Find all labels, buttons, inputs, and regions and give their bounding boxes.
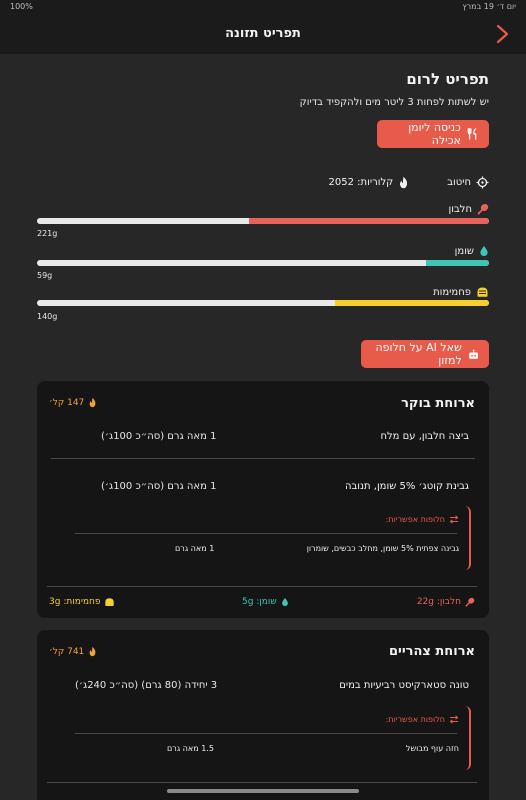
goal-stat: חיטוב	[447, 176, 489, 189]
goal-stats-row: חיטוב קלוריות: 2052	[329, 174, 489, 190]
meal-protein-value: חלבון: 22g	[416, 597, 461, 607]
home-indicator[interactable]	[167, 789, 359, 793]
chevron-right-icon[interactable]	[494, 23, 512, 45]
ask-ai-label: שאל AI על חלופה למזון	[375, 341, 462, 367]
divider	[51, 458, 475, 459]
carbs-progress-fill	[335, 300, 489, 306]
food-item-name: גבינת קוטג׳ 5% שומן, תנובה	[344, 481, 469, 492]
meal-fat-value: שומן: 5g	[242, 597, 277, 607]
drumstick-icon	[465, 597, 475, 607]
alternative-item-name: חזה עוף מבושל	[405, 744, 459, 753]
meal-calories-value: 147 קל׳	[49, 397, 85, 408]
food-item-quantity: 1 מאה גרם (סה״כ 100ג׳)	[101, 431, 217, 442]
food-item-quantity: 3 יחידה (80 גרם) (סה״כ 240ג׳)	[75, 680, 218, 691]
alternatives-label: חלופות אפשריות:	[385, 715, 445, 724]
protein-label: חלבון	[448, 203, 472, 215]
food-item-quantity: 1 מאה גרם (סה״כ 100ג׳)	[101, 481, 217, 492]
meal-protein-total: חלבון: 22g	[417, 597, 475, 607]
meal-title: ארוחת בוקר	[401, 396, 475, 411]
status-date: יום ד׳ 19 במרץ	[462, 2, 516, 11]
swap-icon	[449, 715, 459, 724]
protein-label-row: חלבון	[449, 203, 489, 215]
calories-stat: קלוריות: 2052	[329, 176, 410, 189]
fat-label-row: שומן	[455, 245, 489, 257]
fat-label: שומן	[454, 245, 474, 257]
protein-value: 221g	[37, 229, 58, 238]
bread-icon	[477, 287, 488, 297]
meal-card-lunch: ארוחת צהריים 741 קל׳ טונה סטארקיסט רביעי…	[37, 630, 489, 800]
protein-progress-bar	[37, 218, 489, 224]
divider	[47, 586, 477, 587]
divider	[75, 533, 457, 534]
carbs-label-row: פחמימות	[433, 286, 489, 298]
meal-carbs-value: פחמימות: 3g	[49, 597, 101, 607]
fat-progress-bar	[37, 260, 489, 266]
carbs-label: פחמימות	[433, 286, 471, 298]
flame-icon	[89, 397, 96, 408]
carbs-value: 140g	[37, 312, 58, 321]
meal-title: ארוחת צהריים	[388, 644, 475, 659]
protein-progress-fill	[249, 218, 489, 224]
alternatives-box: חלופות אפשריות: גבינה צפתית 5% שומן, מחל…	[65, 506, 471, 570]
swap-icon	[449, 515, 459, 524]
bread-icon	[105, 598, 115, 606]
food-item-name: ביצה חלבון, עם מלח	[380, 431, 469, 442]
meal-calories-value: 741 קל׳	[49, 646, 85, 657]
status-bar: 100% יום ד׳ 19 במרץ	[0, 0, 526, 14]
target-icon	[476, 176, 489, 188]
alternatives-box: חלופות אפשריות: חזה עוף מבושל 1.5 מאה גר…	[65, 706, 471, 770]
meal-calories: 147 קל׳	[49, 397, 97, 408]
menu-title: תפריט לרום	[406, 70, 489, 88]
flame-icon	[89, 646, 96, 657]
page-header-title: תפריט תזונה	[225, 26, 301, 41]
fat-value: 59g	[37, 271, 53, 280]
alternative-item-quantity: 1 מאה גרם	[175, 544, 215, 553]
menu-subtitle: יש לשתות לפחות 3 ליטר מים ולהקפיד בדיוק	[299, 97, 489, 108]
drumstick-icon	[477, 204, 489, 215]
alternatives-label: חלופות אפשריות:	[385, 515, 445, 524]
fat-progress-fill	[425, 260, 489, 266]
divider	[75, 733, 457, 734]
food-journal-label: כניסה ליומן אכילה	[408, 121, 461, 147]
goal-label: חיטוב	[447, 176, 471, 188]
alternatives-header: חלופות אפשריות:	[386, 715, 459, 724]
battery-indicator: 100%	[10, 2, 33, 11]
meal-carbs-total: פחמימות: 3g	[49, 597, 115, 607]
robot-icon	[468, 349, 478, 359]
top-navbar: תפריט תזונה	[0, 14, 526, 54]
droplet-icon	[281, 598, 288, 606]
alternative-item-name: גבינה צפתית 5% שומן, מחלב כבשים, שומרון	[306, 544, 459, 553]
calories-label: קלוריות: 2052	[328, 176, 394, 188]
meal-card-breakfast: ארוחת בוקר 147 קל׳ ביצה חלבון, עם מלח 1 …	[37, 381, 489, 618]
utensils-icon	[467, 128, 477, 140]
alternatives-header: חלופות אפשריות:	[386, 515, 459, 524]
droplet-icon	[480, 246, 488, 256]
flame-icon	[400, 176, 408, 188]
alternative-item-quantity: 1.5 מאה גרם	[167, 744, 214, 753]
meal-fat-total: שומן: 5g	[242, 597, 289, 607]
ask-ai-button[interactable]: שאל AI על חלופה למזון	[361, 340, 489, 368]
food-item-name: טונה סטארקיסט רביעיות במים	[339, 680, 469, 691]
meal-calories: 741 קל׳	[49, 646, 97, 657]
divider	[47, 782, 477, 783]
carbs-progress-bar	[37, 300, 489, 306]
food-journal-button[interactable]: כניסה ליומן אכילה	[377, 120, 489, 148]
